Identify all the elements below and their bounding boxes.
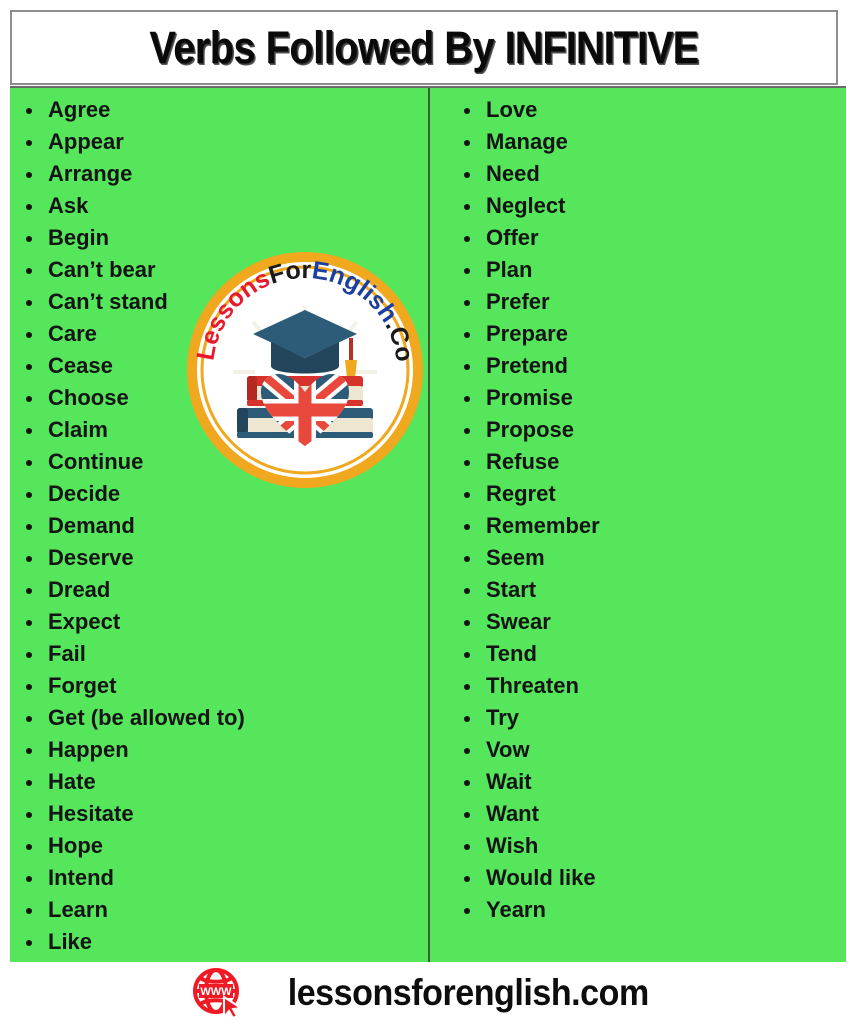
verb-list-item: Deserve (10, 542, 428, 574)
brand-logo-badge: LessonsForEnglish.Com (185, 250, 425, 490)
verb-list-item: Plan (448, 254, 846, 286)
page-title-emphasis: INFINITIVE (504, 22, 699, 73)
www-label: WWW (200, 986, 232, 998)
verb-list-item: Manage (448, 126, 846, 158)
verb-list-left: Agree Appear Arrange Ask Begin Can’t bear Can’… (10, 94, 428, 958)
verb-list-item: Want (448, 798, 846, 830)
verb-columns: Agree Appear Arrange Ask Begin Can’t bear Can’… (10, 88, 846, 962)
verb-list-item: Vow (448, 734, 846, 766)
verb-list-item: Prefer (448, 286, 846, 318)
verb-list-item: Swear (448, 606, 846, 638)
verb-list-item: Tend (448, 638, 846, 670)
verb-list-item: Happen (10, 734, 428, 766)
verb-list-item: Regret (448, 478, 846, 510)
verb-list-item: Would like (448, 862, 846, 894)
verb-list-item: Threaten (448, 670, 846, 702)
verb-list-item: Appear (10, 126, 428, 158)
page-title: Verbs Followed By INFINITIVE (149, 22, 700, 73)
poster-page: Verbs Followed By INFINITIVE Agree Appear… (0, 0, 856, 1024)
verb-list-item: Ask (10, 190, 428, 222)
verb-list-item: Propose (448, 414, 846, 446)
verb-list-item: Hate (10, 766, 428, 798)
verb-list-right: Love Manage Need Neglect Offer Plan Prefer Prep… (448, 94, 846, 926)
verb-list-item: Neglect (448, 190, 846, 222)
verb-list-item: Start (448, 574, 846, 606)
verb-list-item: Refuse (448, 446, 846, 478)
www-globe-cursor-icon: WWW (192, 967, 246, 1019)
verb-list-item: Intend (10, 862, 428, 894)
verb-list-item: Prepare (448, 318, 846, 350)
verb-list-item: Like (10, 926, 428, 958)
verb-list-item: Remember (448, 510, 846, 542)
verb-column-right: Love Manage Need Neglect Offer Plan Prefer Prep… (428, 88, 846, 962)
verb-list-item: Arrange (10, 158, 428, 190)
verb-list-item: Hesitate (10, 798, 428, 830)
verb-list-item: Hope (10, 830, 428, 862)
verb-list-item: Need (448, 158, 846, 190)
verb-list-item: Wish (448, 830, 846, 862)
page-title-prefix: Verbs Followed By (149, 22, 505, 73)
verb-list-item: Dread (10, 574, 428, 606)
verb-list-item: Offer (448, 222, 846, 254)
verb-list-item: Pretend (448, 350, 846, 382)
verb-list-item: Seem (448, 542, 846, 574)
verb-list-item: Wait (448, 766, 846, 798)
footer-website: lessonsforenglish.com (287, 972, 649, 1013)
verb-list-item: Try (448, 702, 846, 734)
page-title-box: Verbs Followed By INFINITIVE (10, 10, 838, 85)
footer-bar: WWW lessonsforenglish.com (0, 962, 856, 1024)
verb-list-item: Expect (10, 606, 428, 638)
verb-list-panel: Agree Appear Arrange Ask Begin Can’t bear Can’… (10, 86, 846, 962)
verb-list-item: Demand (10, 510, 428, 542)
verb-list-item: Yearn (448, 894, 846, 926)
verb-list-item: Forget (10, 670, 428, 702)
verb-list-item: Love (448, 94, 846, 126)
verb-list-item: Promise (448, 382, 846, 414)
verb-list-item: Learn (10, 894, 428, 926)
verb-column-left: Agree Appear Arrange Ask Begin Can’t bear Can’… (10, 88, 428, 962)
verb-list-item: Agree (10, 94, 428, 126)
verb-list-item: Fail (10, 638, 428, 670)
verb-list-item: Get (be allowed to) (10, 702, 428, 734)
